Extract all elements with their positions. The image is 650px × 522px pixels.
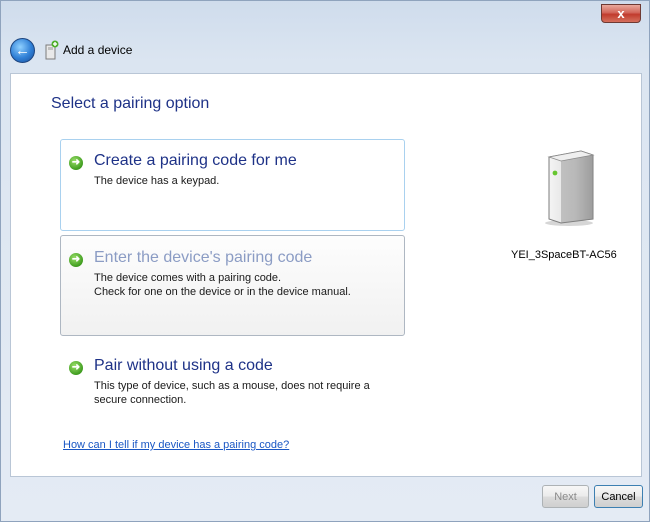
- option-title: Create a pairing code for me: [94, 152, 297, 169]
- pairing-code-help-link[interactable]: How can I tell if my device has a pairin…: [63, 439, 289, 451]
- back-button[interactable]: ←: [10, 38, 35, 63]
- device-tower-icon: [545, 150, 595, 226]
- option-description-line1: The device comes with a pairing code.: [94, 272, 282, 284]
- option-description-line2: Check for one on the device or in the de…: [94, 286, 351, 298]
- option-title: Pair without using a code: [94, 357, 273, 374]
- option-description-line2: secure connection.: [94, 394, 187, 406]
- option-enter-pairing-code[interactable]: ➜ Enter the device's pairing code The de…: [60, 235, 405, 336]
- green-arrow-icon: ➜: [69, 361, 83, 375]
- add-device-icon: [45, 40, 59, 60]
- option-description-line1: This type of device, such as a mouse, do…: [94, 380, 370, 392]
- next-button[interactable]: Next: [542, 485, 589, 508]
- cancel-button[interactable]: Cancel: [594, 485, 643, 508]
- close-icon: x: [617, 6, 625, 21]
- add-device-window: x ← Add a device Select a pairing option…: [0, 0, 650, 522]
- page-heading: Select a pairing option: [51, 95, 210, 112]
- option-pair-without-code[interactable]: ➜ Pair without using a code This type of…: [60, 346, 405, 416]
- back-arrow-icon: ←: [15, 42, 30, 59]
- option-description: The device has a keypad.: [94, 175, 220, 187]
- window-title: Add a device: [63, 43, 133, 57]
- device-name: YEI_3SpaceBT-AC56: [511, 249, 617, 261]
- green-arrow-icon: ➜: [69, 156, 83, 170]
- green-arrow-icon: ➜: [69, 253, 83, 267]
- option-create-pairing-code[interactable]: ➜ Create a pairing code for me The devic…: [60, 139, 405, 231]
- option-title: Enter the device's pairing code: [94, 249, 313, 266]
- close-button[interactable]: x: [601, 4, 641, 23]
